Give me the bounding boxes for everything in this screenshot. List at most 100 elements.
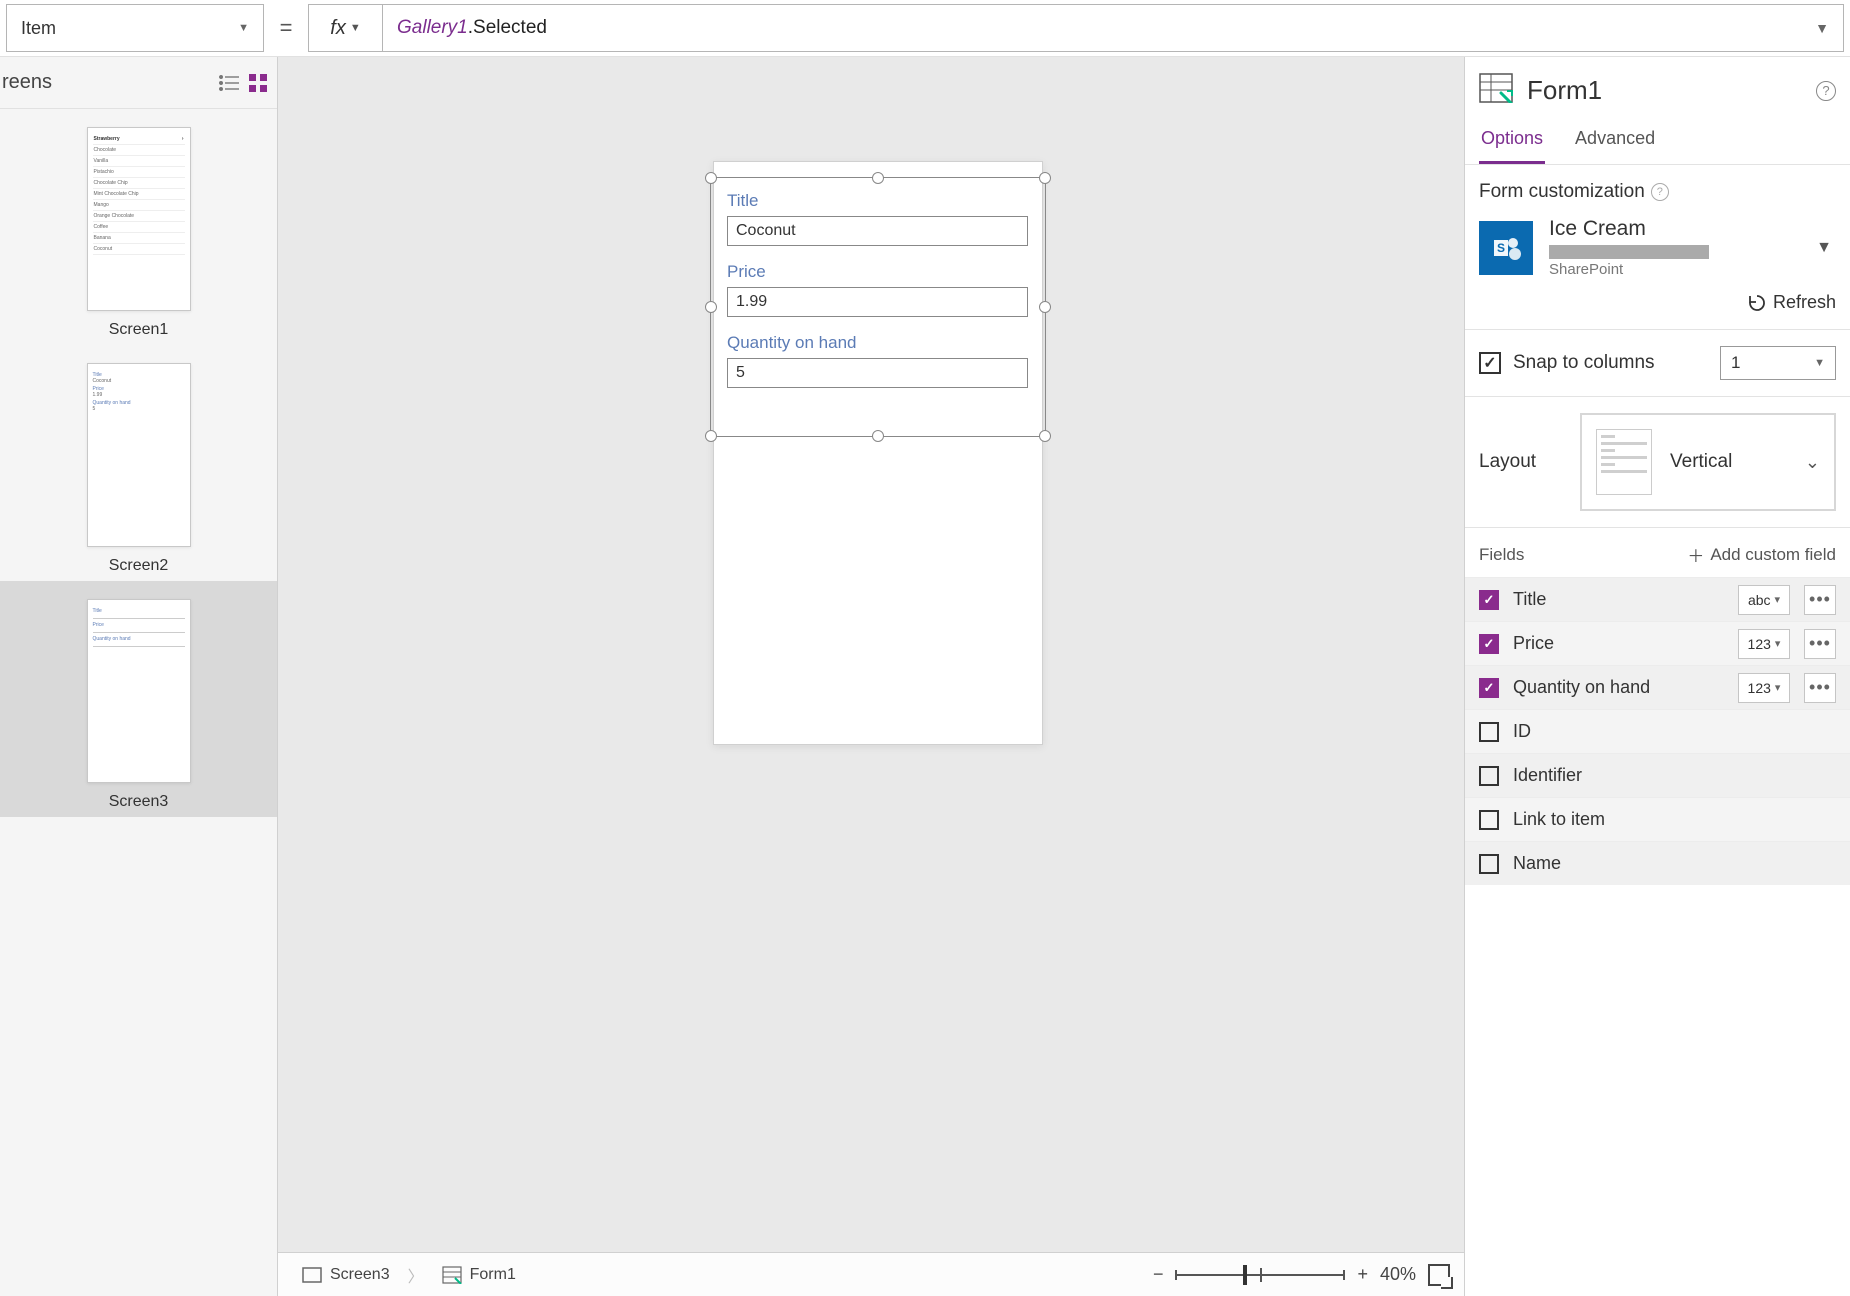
snap-checkbox[interactable]	[1479, 352, 1501, 374]
formula-text: Gallery1.Selected	[397, 17, 547, 39]
datasource-name: Ice Cream	[1549, 217, 1709, 241]
status-bar: Screen3 〉 Form1 − + 40%	[278, 1252, 1464, 1296]
canvas[interactable]: Title Coconut Price 1.99 Quantity on han…	[278, 57, 1464, 1252]
field-name: Name	[1513, 853, 1836, 874]
fullscreen-icon[interactable]	[1428, 1264, 1450, 1286]
zoom-level: 40%	[1380, 1264, 1416, 1285]
field-input-qty[interactable]: 5	[727, 358, 1028, 388]
zoom-in-button[interactable]: +	[1357, 1264, 1368, 1285]
property-value: Item	[21, 18, 56, 39]
equals-sign: =	[264, 15, 308, 41]
datasource-selector[interactable]: S Ice Cream SharePoint ▼	[1479, 217, 1836, 278]
field-type-select[interactable]: abc ▾	[1738, 585, 1790, 615]
thumb-label: Screen3	[109, 793, 169, 811]
thumb-label: Screen1	[109, 321, 169, 339]
chevron-down-icon: ▼	[238, 22, 249, 34]
tree-panel: reens Strawberry› Chocolate Vanilla Pist…	[0, 57, 278, 1296]
field-input-price[interactable]: 1.99	[727, 287, 1028, 317]
resize-handle[interactable]	[1039, 172, 1051, 184]
chevron-down-icon: ▼	[350, 22, 361, 34]
chevron-down-icon: ▼	[1814, 357, 1825, 369]
thumbnail: Strawberry› Chocolate Vanilla Pistachio …	[87, 127, 191, 311]
field-checkbox[interactable]	[1479, 810, 1499, 830]
screen-thumb-2[interactable]: TitleCoconut Price1.99 Quantity on hand5…	[0, 345, 277, 581]
field-type-select[interactable]: 123 ▾	[1738, 629, 1790, 659]
snap-label: Snap to columns	[1513, 352, 1655, 374]
field-name: Title	[1513, 589, 1724, 610]
tab-options[interactable]: Options	[1479, 118, 1545, 164]
layout-label: Layout	[1479, 451, 1536, 473]
fx-label: fx	[330, 17, 346, 40]
field-row[interactable]: Quantity on hand123 ▾•••	[1465, 665, 1850, 709]
thumbnail: TitleCoconut Price1.99 Quantity on hand5	[87, 363, 191, 547]
resize-handle[interactable]	[705, 172, 717, 184]
section-title: Form customization	[1479, 181, 1645, 203]
field-checkbox[interactable]	[1479, 634, 1499, 654]
form-icon	[1479, 73, 1513, 108]
layout-thumb-icon	[1596, 429, 1652, 495]
field-input-title[interactable]: Coconut	[727, 216, 1028, 246]
field-checkbox[interactable]	[1479, 590, 1499, 610]
form-fields: Title Coconut Price 1.99 Quantity on han…	[727, 191, 1028, 404]
thumbnail: Title Price Quantity on hand	[87, 599, 191, 783]
zoom-out-button[interactable]: −	[1153, 1264, 1164, 1285]
panel-title: Form1	[1527, 75, 1802, 106]
field-checkbox[interactable]	[1479, 766, 1499, 786]
field-label: Price	[727, 262, 1028, 282]
field-more-button[interactable]: •••	[1804, 629, 1836, 659]
tab-advanced[interactable]: Advanced	[1573, 118, 1657, 164]
field-more-button[interactable]: •••	[1804, 585, 1836, 615]
expand-icon[interactable]: ▼	[1815, 20, 1829, 36]
help-icon[interactable]: ?	[1651, 183, 1669, 201]
field-checkbox[interactable]	[1479, 678, 1499, 698]
snap-columns-select[interactable]: 1 ▼	[1720, 346, 1836, 380]
screen-thumb-1[interactable]: Strawberry› Chocolate Vanilla Pistachio …	[0, 109, 277, 345]
resize-handle[interactable]	[1039, 430, 1051, 442]
properties-panel: Form1 ? Options Advanced Form customizat…	[1464, 57, 1850, 1296]
field-more-button[interactable]: •••	[1804, 673, 1836, 703]
fx-button[interactable]: fx ▼	[308, 4, 382, 52]
resize-handle[interactable]	[872, 172, 884, 184]
help-icon[interactable]: ?	[1816, 81, 1836, 101]
field-row[interactable]: Name	[1465, 841, 1850, 885]
list-view-icon[interactable]	[219, 75, 239, 91]
chevron-down-icon: ▼	[1816, 239, 1836, 257]
resize-handle[interactable]	[1039, 301, 1051, 313]
resize-handle[interactable]	[705, 301, 717, 313]
breadcrumb-screen[interactable]: Screen3	[292, 1262, 400, 1288]
tree-header: reens	[0, 71, 52, 94]
fields-label: Fields	[1479, 545, 1524, 565]
chevron-down-icon: ⌄	[1805, 452, 1820, 473]
field-label: Title	[727, 191, 1028, 211]
field-name: Link to item	[1513, 809, 1836, 830]
layout-select[interactable]: Vertical ⌄	[1580, 413, 1836, 511]
field-name: ID	[1513, 721, 1836, 742]
field-type-select[interactable]: 123 ▾	[1738, 673, 1790, 703]
field-row[interactable]: Title abc ▾ •••	[1465, 577, 1850, 621]
field-row[interactable]: Price 123 ▾ •••	[1465, 621, 1850, 665]
field-checkbox[interactable]	[1479, 722, 1499, 742]
property-dropdown[interactable]: Item ▼	[6, 4, 264, 52]
add-custom-field-button[interactable]: ＋ Add custom field	[1687, 542, 1836, 567]
resize-handle[interactable]	[705, 430, 717, 442]
field-checkbox[interactable]	[1479, 854, 1499, 874]
resize-handle[interactable]	[872, 430, 884, 442]
sharepoint-icon: S	[1479, 221, 1533, 275]
field-name: Price	[1513, 633, 1724, 654]
field-name: Identifier	[1513, 765, 1836, 786]
breadcrumb-form[interactable]: Form1	[432, 1262, 526, 1288]
thumb-label: Screen2	[109, 557, 169, 575]
field-row[interactable]: ID	[1465, 709, 1850, 753]
zoom-slider[interactable]	[1175, 1274, 1345, 1276]
screen-thumb-3[interactable]: Title Price Quantity on hand Screen3	[0, 581, 277, 817]
formula-input[interactable]: Gallery1.Selected ▼	[382, 4, 1844, 52]
plus-icon: ＋	[1687, 542, 1704, 567]
refresh-button[interactable]: Refresh	[1479, 292, 1836, 313]
field-label: Quantity on hand	[727, 333, 1028, 353]
svg-text:S: S	[1497, 241, 1505, 255]
datasource-url	[1549, 245, 1709, 259]
field-row[interactable]: Link to item	[1465, 797, 1850, 841]
grid-view-icon[interactable]	[249, 74, 267, 92]
field-row[interactable]: Identifier	[1465, 753, 1850, 797]
datasource-provider: SharePoint	[1549, 261, 1709, 278]
